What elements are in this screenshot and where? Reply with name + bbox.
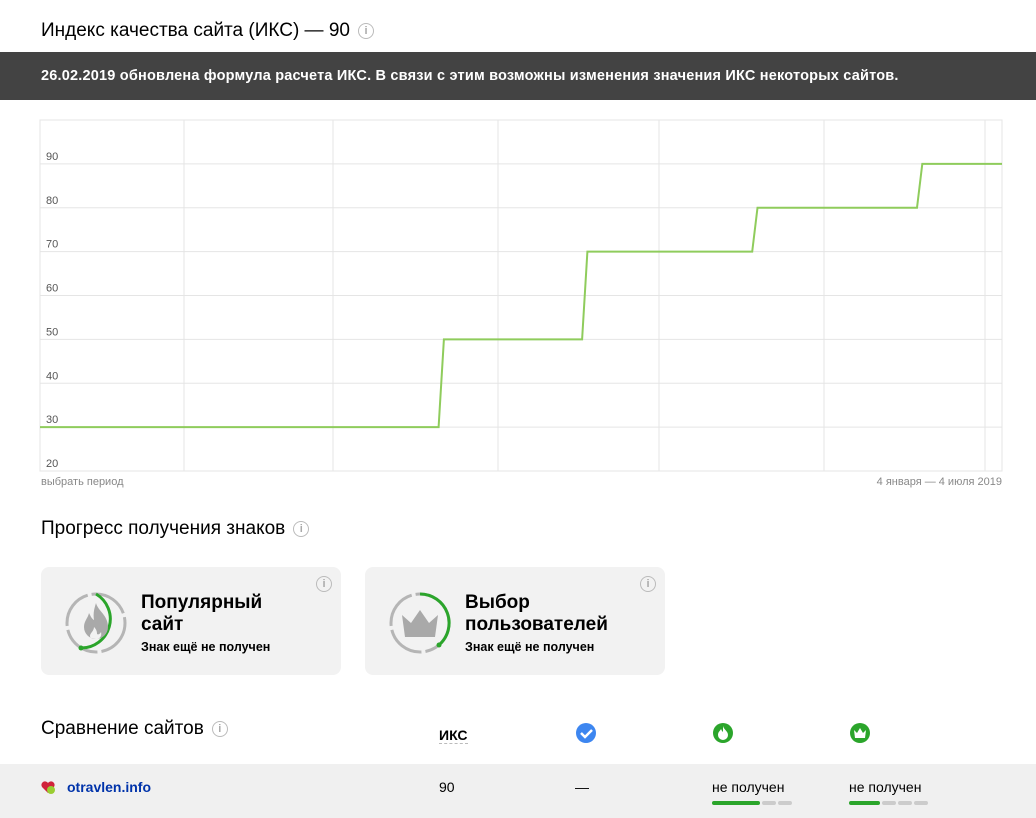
site-favicon bbox=[41, 781, 55, 794]
verified-value: — bbox=[575, 779, 589, 795]
badge-title: Популярный сайт bbox=[141, 592, 263, 635]
y-tick-label: 90 bbox=[46, 151, 58, 163]
info-icon[interactable]: i bbox=[293, 521, 310, 537]
select-period-link[interactable]: выбрать период bbox=[41, 476, 124, 488]
fire-icon bbox=[84, 603, 108, 639]
y-tick-label: 40 bbox=[46, 370, 58, 382]
y-tick-label: 30 bbox=[46, 414, 58, 426]
progress-ring bbox=[65, 592, 127, 654]
y-tick-label: 20 bbox=[46, 458, 58, 470]
y-tick-label: 70 bbox=[46, 239, 58, 251]
iks-column-header[interactable]: ИКС bbox=[439, 727, 468, 744]
badge-status: Знак ещё не получен bbox=[141, 640, 271, 654]
verified-column-icon bbox=[576, 723, 596, 743]
popular-status-text: не получен bbox=[712, 779, 785, 795]
iks-value: 90 bbox=[439, 779, 455, 795]
formula-update-banner: 26.02.2019 обновлена формула расчета ИКС… bbox=[0, 52, 1036, 100]
title-text: Индекс качества сайта (ИКС) — 90 bbox=[41, 20, 350, 41]
y-tick-label: 80 bbox=[46, 195, 58, 207]
info-icon[interactable]: i bbox=[211, 721, 228, 737]
y-tick-label: 60 bbox=[46, 283, 58, 295]
badge-status: Знак ещё не получен bbox=[465, 640, 595, 654]
y-tick-label: 50 bbox=[46, 326, 58, 338]
crown-icon bbox=[402, 610, 438, 637]
badge-card-users-choice[interactable]: Выбор пользователей Знак ещё не получен … bbox=[365, 567, 665, 675]
compare-heading: Сравнение сайтов i bbox=[41, 718, 228, 740]
info-icon[interactable]: i bbox=[316, 576, 332, 592]
choice-status: не получен bbox=[849, 779, 928, 805]
page-title: Индекс качества сайта (ИКС) — 90 i bbox=[41, 20, 374, 42]
badge-card-popular[interactable]: Популярный сайт Знак ещё не получен i bbox=[41, 567, 341, 675]
fire-column-icon bbox=[713, 723, 733, 743]
info-icon[interactable]: i bbox=[357, 23, 374, 39]
badges-heading-text: Прогресс получения знаков bbox=[41, 518, 286, 539]
popular-status: не получен bbox=[712, 779, 792, 805]
crown-column-icon bbox=[850, 723, 870, 743]
period-range: 4 января — 4 июля 2019 bbox=[876, 476, 1002, 488]
site-link[interactable]: otravlen.info bbox=[67, 779, 151, 795]
table-row: otravlen.info 90 — не получен не получен bbox=[0, 764, 1036, 818]
choice-status-text: не получен bbox=[849, 779, 922, 795]
progress-ring bbox=[389, 592, 451, 654]
progress-bar bbox=[849, 801, 928, 805]
iks-chart: 20 30 40 50 60 70 80 90 bbox=[39, 119, 1003, 472]
info-icon[interactable]: i bbox=[640, 576, 656, 592]
badge-title: Выбор пользователей bbox=[465, 592, 608, 635]
compare-heading-text: Сравнение сайтов bbox=[41, 718, 204, 739]
progress-bar bbox=[712, 801, 792, 805]
badges-heading: Прогресс получения знаков i bbox=[41, 518, 310, 540]
